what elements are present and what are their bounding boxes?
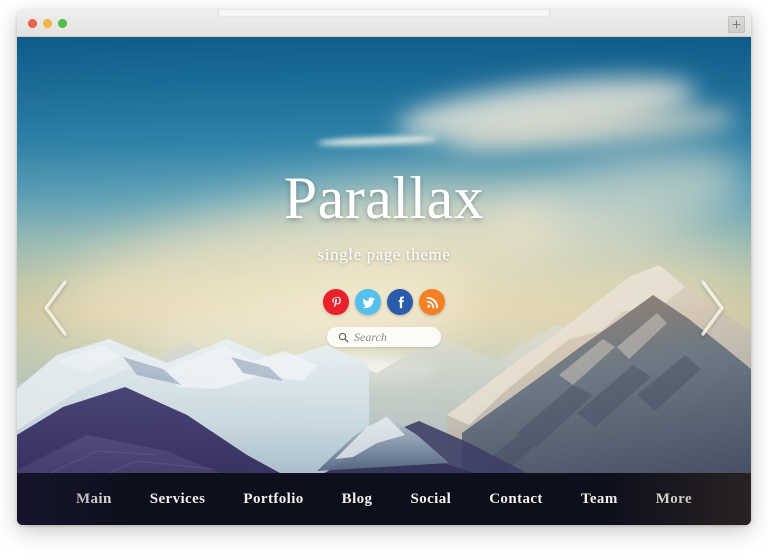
resize-handle[interactable] (728, 16, 745, 33)
window-controls (28, 19, 67, 28)
hero-inner: Parallax single page theme (284, 37, 485, 347)
nav-item-team[interactable]: Team (575, 488, 624, 511)
nav-item-portfolio[interactable]: Portfolio (237, 488, 309, 511)
page-viewport: Parallax single page theme Search Main S… (17, 37, 751, 525)
minimize-button[interactable] (43, 19, 52, 28)
nav-item-more[interactable]: More (650, 488, 698, 511)
browser-window: Parallax single page theme Search Main S… (17, 10, 751, 525)
site-navigation: Main Services Portfolio Blog Social Cont… (17, 473, 751, 525)
nav-item-services[interactable]: Services (144, 488, 212, 511)
twitter-icon[interactable] (355, 289, 381, 315)
page-title: Parallax (283, 165, 485, 231)
nav-item-social[interactable]: Social (404, 488, 457, 511)
close-button[interactable] (28, 19, 37, 28)
nav-item-main[interactable]: Main (70, 488, 118, 511)
cloud-shape (445, 98, 739, 160)
pinterest-icon[interactable] (323, 289, 349, 315)
search-box[interactable] (327, 327, 441, 347)
screenshot-stage: Parallax single page theme Search Main S… (0, 0, 768, 560)
titlebar-tab-stub (218, 10, 550, 17)
nav-item-contact[interactable]: Contact (483, 488, 549, 511)
page-subtitle: single page theme (317, 245, 451, 264)
nav-item-blog[interactable]: Blog (336, 488, 379, 511)
zoom-button[interactable] (58, 19, 67, 28)
social-links (284, 265, 485, 315)
search-container (284, 315, 485, 347)
search-input[interactable] (354, 329, 430, 345)
browser-titlebar (17, 10, 751, 37)
chevron-left-icon[interactable] (39, 279, 73, 337)
search-icon (338, 332, 349, 343)
rss-icon[interactable] (419, 289, 445, 315)
facebook-icon[interactable] (387, 289, 413, 315)
cloud-shape (479, 126, 751, 278)
chevron-right-icon[interactable] (695, 279, 729, 337)
